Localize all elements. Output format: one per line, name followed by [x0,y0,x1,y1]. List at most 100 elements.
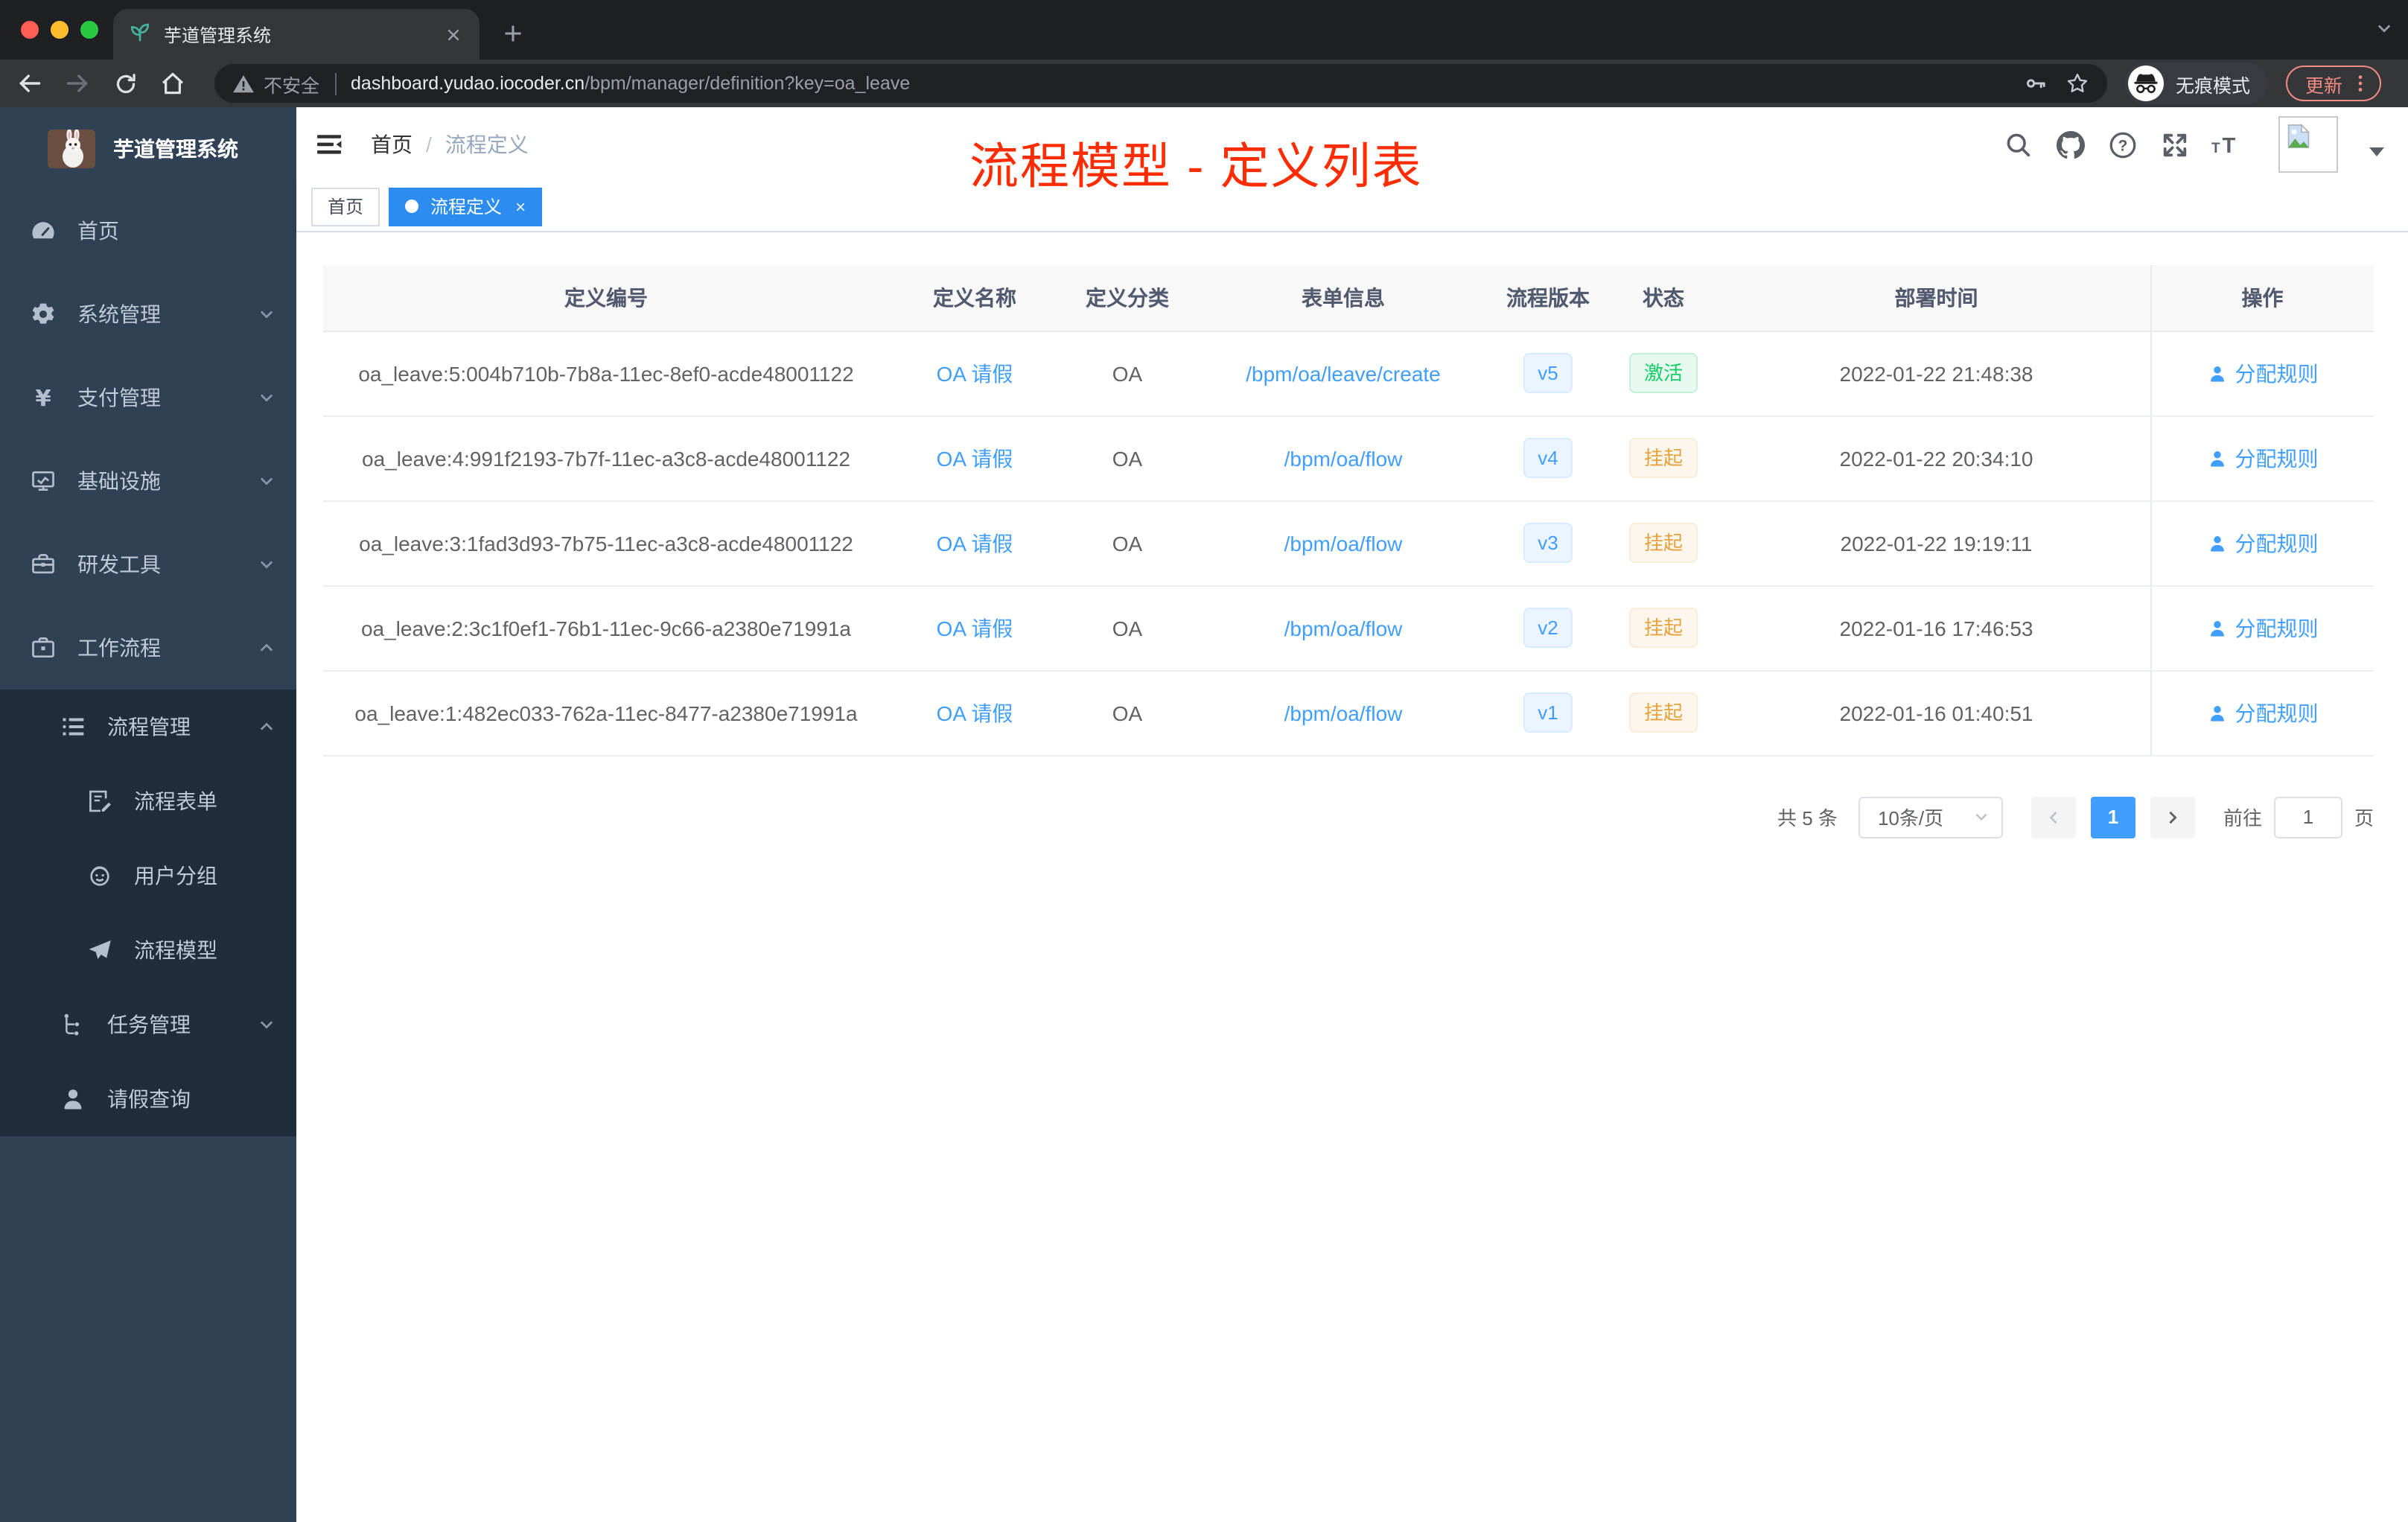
chevron-down-icon [258,1016,275,1034]
hamburger-icon[interactable] [314,128,347,161]
user-icon [60,1086,86,1112]
sidebar-item-process-management[interactable]: 流程管理 [0,690,296,764]
assign-rule-link[interactable]: 分配规则 [2207,528,2319,558]
sidebar-logo[interactable]: 芋道管理系统 [0,107,296,189]
definition-name-link[interactable]: OA 请假 [937,616,1013,640]
home-button[interactable] [155,66,191,101]
status-cell: 挂起 [1604,670,1723,756]
update-button[interactable]: 更新 [2285,66,2381,101]
browser-tab[interactable]: 芋道管理系统 [113,9,480,60]
goto-page: 前往 页 [2223,796,2374,838]
bookmark-star-icon[interactable] [2065,71,2089,95]
definition-id-cell: oa_leave:1:482ec033-762a-11ec-8477-a2380… [323,670,889,756]
close-window-button[interactable] [21,21,39,39]
maximize-window-button[interactable] [80,21,98,39]
font-size-icon[interactable]: TT [2211,130,2241,159]
sidebar: 芋道管理系统 首页 系统管理 ¥ 支付管理基础设施研发工具工作流程流程管理 流程表单 用户… [0,107,296,1522]
prev-page-button[interactable] [2030,796,2076,838]
definition-name-link[interactable]: OA 请假 [937,361,1013,385]
svg-text:T: T [2211,140,2220,156]
definition-name-link[interactable]: OA 请假 [937,531,1013,555]
assign-rule-link[interactable]: 分配规则 [2207,358,2319,388]
security-label[interactable]: 不安全 [264,69,319,98]
browser-window: 芋道管理系统 不安全 dashboard.yudao.iocoder.cn /b… [0,0,2408,1522]
minimize-window-button[interactable] [51,21,69,39]
address-bar[interactable]: 不安全 dashboard.yudao.iocoder.cn /bpm/mana… [214,64,2107,103]
page-size-value: 10条/页 [1877,807,1944,830]
sidebar-item-user-group[interactable]: 用户分组 [0,838,296,913]
sidebar-item-label: 工作流程 [77,636,161,660]
sidebar-item-system-management[interactable]: 系统管理 [0,273,296,356]
list-icon [60,713,86,740]
chevron-down-icon [258,472,275,490]
avatar[interactable] [2278,116,2338,173]
more-menu-icon[interactable] [2350,73,2371,94]
goto-page-input[interactable] [2273,796,2342,838]
sidebar-item-label: 研发工具 [77,553,161,576]
sidebar-item-leave-query[interactable]: 请假查询 [0,1062,296,1136]
column-header: 操作 [2150,265,2374,331]
form-cell: /bpm/oa/flow [1194,500,1492,586]
forward-button[interactable] [60,66,95,101]
fullscreen-icon[interactable] [2159,130,2189,159]
form-icon [86,788,113,815]
version-cell: v1 [1492,670,1604,756]
tab-search-chevron-icon[interactable] [2375,18,2393,45]
tag-首页[interactable]: 首页 [311,187,380,226]
sidebar-item-label: 任务管理 [107,1013,191,1037]
form-link[interactable]: /bpm/oa/flow [1284,446,1403,470]
new-tab-button[interactable] [491,12,533,54]
assign-rule-link[interactable]: 分配规则 [2207,613,2319,643]
table-row: oa_leave:4:991f2193-7b7f-11ec-a3c8-acde4… [323,415,2374,501]
sidebar-item-task-management[interactable]: 任务管理 [0,987,296,1062]
navbar-icons: ? TT [2003,116,2390,173]
form-link[interactable]: /bpm/oa/flow [1284,531,1403,555]
search-icon[interactable] [2003,130,2033,159]
url-host: dashboard.yudao.iocoder.cn [351,73,585,94]
assign-rule-link[interactable]: 分配规则 [2207,443,2319,473]
form-link[interactable]: /bpm/oa/flow [1284,701,1403,725]
avatar-dropdown-caret-icon[interactable] [2369,147,2384,163]
back-button[interactable] [12,66,48,101]
operation-cell: 分配规则 [2150,500,2374,586]
key-icon[interactable] [2024,71,2048,95]
briefcase-icon [30,634,57,661]
tab-close-icon[interactable] [441,22,465,46]
page-body: 定义编号 定义名称 定义分类 表单信息 流程版本 状态 部署时间 操作 oa_leave:5:… [296,232,2408,1522]
github-icon[interactable] [2055,130,2085,159]
definition-name-link[interactable]: OA 请假 [937,701,1013,725]
category-cell: OA [1060,500,1194,586]
assign-rule-link[interactable]: 分配规则 [2207,698,2319,727]
sidebar-item-process-model[interactable]: 流程模型 [0,913,296,987]
help-icon[interactable]: ? [2107,130,2137,159]
sidebar-item-home[interactable]: 首页 [0,189,296,273]
page-size-select[interactable]: 10条/页 [1858,796,2003,838]
definition-name-cell: OA 请假 [889,331,1060,416]
tag-流程定义[interactable]: 流程定义 × [389,187,543,226]
definition-id-cell: oa_leave:5:004b710b-7b8a-11ec-8ef0-acde4… [323,331,889,416]
page-number-button[interactable]: 1 [2090,796,2135,838]
reload-button[interactable] [107,66,143,101]
tag-close-icon[interactable]: × [515,196,526,217]
incognito-badge: 无痕模式 [2124,63,2268,104]
update-label: 更新 [2305,75,2342,96]
form-link[interactable]: /bpm/oa/leave/create [1246,361,1441,385]
sidebar-item-infrastructure[interactable]: 基础设施 [0,439,296,523]
tab-strip: 芋道管理系统 [0,0,2408,60]
definition-name-link[interactable]: OA 请假 [937,446,1013,470]
next-page-button[interactable] [2150,796,2195,838]
form-link[interactable]: /bpm/oa/flow [1284,616,1403,640]
sidebar-item-workflow[interactable]: 工作流程 [0,606,296,690]
operation-cell: 分配规则 [2150,585,2374,671]
sidebar-item-process-form[interactable]: 流程表单 [0,764,296,838]
sidebar-item-payment-management[interactable]: ¥ 支付管理 [0,356,296,439]
breadcrumb-home[interactable]: 首页 [371,130,413,159]
status-cell: 激活 [1604,331,1723,416]
top-navbar: 首页 / 流程定义 流程模型 - 定义列表 ? TT [296,107,2408,194]
sidebar-item-label: 基础设施 [77,469,161,493]
sidebar-item-dev-tools[interactable]: 研发工具 [0,523,296,606]
window-controls [21,21,98,39]
browser-toolbar: 不安全 dashboard.yudao.iocoder.cn /bpm/mana… [0,60,2408,107]
column-header: 流程版本 [1492,265,1604,331]
version-cell: v5 [1492,331,1604,416]
